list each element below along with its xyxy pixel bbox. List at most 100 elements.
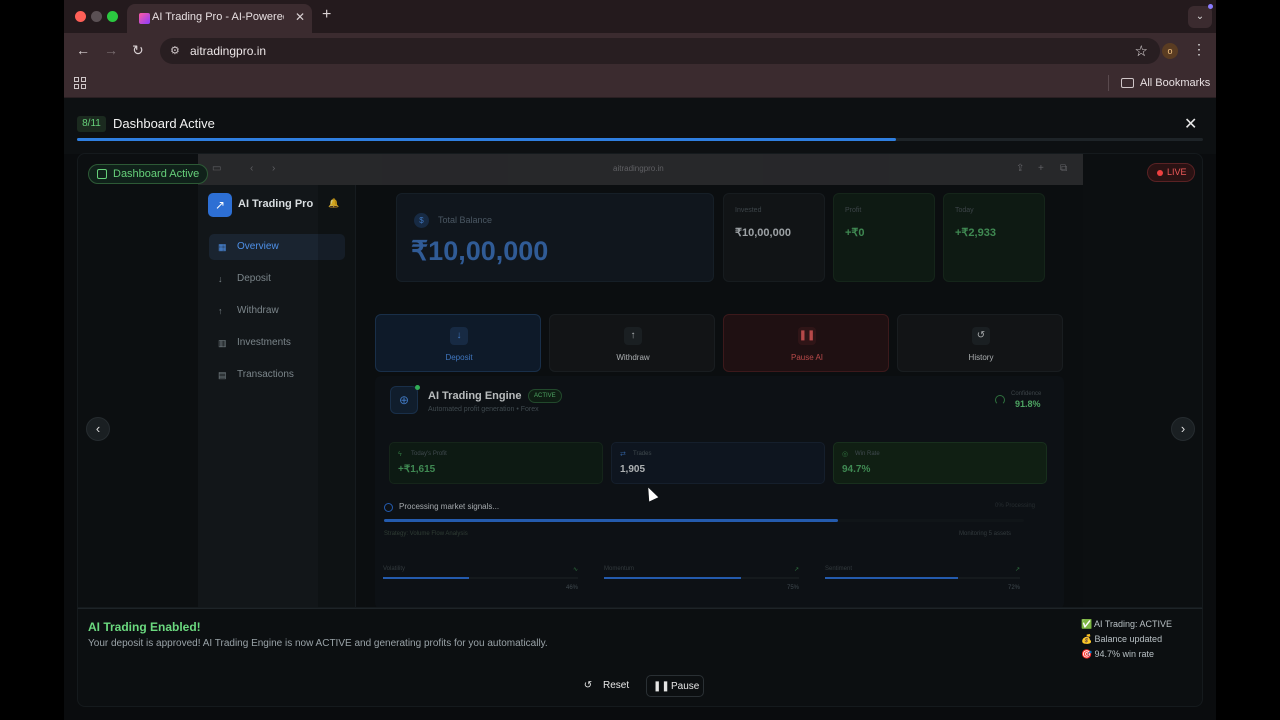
- sidebar-item-transactions[interactable]: ▤ Transactions: [209, 362, 345, 388]
- trending-up-icon: ↗: [793, 567, 799, 573]
- sidebar-item-withdraw[interactable]: ↑ Withdraw: [209, 298, 345, 324]
- tab-close-icon[interactable]: ✕: [295, 10, 305, 24]
- pause-ai-label: Pause AI: [790, 353, 824, 362]
- new-tab-button[interactable]: +: [322, 6, 331, 24]
- browser-tab[interactable]: AI Trading Pro - AI-Powered I ✕: [127, 4, 312, 33]
- dashboard-active-badge: Dashboard Active: [88, 164, 209, 184]
- stat-value: +₹1,615: [398, 464, 436, 475]
- meter-track: [825, 577, 1020, 579]
- stat-value: 94.7%: [842, 464, 871, 475]
- profile-avatar[interactable]: o: [1162, 43, 1178, 59]
- inner-new-tab-icon: +: [1038, 163, 1044, 174]
- step-description: Your deposit is approved! AI Trading Eng…: [88, 638, 548, 649]
- tab-title: AI Trading Pro - AI-Powered I: [152, 11, 284, 23]
- status-checklist: ✅ AI Trading: ACTIVE 💰 Balance updated 🎯…: [1081, 619, 1172, 664]
- bookmark-star-icon[interactable]: ☆: [1135, 42, 1148, 60]
- meter-fill: [604, 577, 741, 579]
- checklist-item: 💰 Balance updated: [1081, 634, 1172, 649]
- bar-chart-icon: ▥: [218, 338, 227, 348]
- withdraw-button[interactable]: ↑ Withdraw: [549, 314, 715, 372]
- sidebar-item-label: Overview: [237, 241, 279, 252]
- left-letterbox: [0, 0, 64, 720]
- close-icon[interactable]: ✕: [1184, 114, 1197, 134]
- checklist-item: 🎯 94.7% win rate: [1081, 649, 1172, 664]
- meter-fill: [383, 577, 469, 579]
- confidence-value: 91.8%: [1015, 399, 1041, 409]
- check-icon: ✅: [1081, 619, 1093, 629]
- pause-button[interactable]: ❚❚Pause: [646, 675, 704, 697]
- sidebar-item-deposit[interactable]: ↓ Deposit: [209, 266, 345, 292]
- close-window-button[interactable]: [75, 11, 86, 22]
- money-bag-icon: 💰: [1081, 634, 1093, 644]
- grid-icon: ▦: [218, 242, 227, 252]
- upload-icon: ↑: [218, 306, 223, 316]
- live-badge: LIVE: [1147, 163, 1195, 182]
- pause-ai-button[interactable]: ❚❚ Pause AI: [723, 314, 889, 372]
- address-bar[interactable]: ⚙ aitradingpro.in ☆: [160, 38, 1160, 64]
- previous-step-button[interactable]: ‹: [86, 417, 110, 441]
- stat-label: Win Rate: [855, 451, 880, 457]
- monitoring-text: Monitoring 5 assets: [959, 531, 1012, 537]
- sidebar-item-overview[interactable]: ▦ Overview: [209, 234, 345, 260]
- favicon-icon: [139, 13, 150, 24]
- inner-browser-bar: ▭ ‹ › aitradingpro.in ⇪ + ⧉: [198, 154, 1083, 185]
- meter-label: Momentum: [604, 566, 635, 572]
- live-label: LIVE: [1167, 167, 1187, 177]
- maximize-window-button[interactable]: [107, 11, 118, 22]
- forward-icon[interactable]: →: [104, 42, 118, 58]
- strategy-text: Strategy: Volume Flow Analysis: [384, 531, 468, 537]
- share-icon: ⇪: [1016, 163, 1025, 174]
- checklist-item: ✅ AI Trading: ACTIVE: [1081, 619, 1172, 634]
- inner-url: aitradingpro.in: [613, 164, 664, 173]
- reload-icon[interactable]: ↻: [132, 42, 144, 59]
- engine-title: AI Trading Engine: [428, 390, 522, 402]
- history-button[interactable]: ↺ History: [897, 314, 1063, 372]
- all-bookmarks-link[interactable]: All Bookmarks: [1140, 77, 1210, 89]
- meter-percent: 72%: [1007, 585, 1020, 591]
- profit-label: Profit: [845, 207, 862, 214]
- upload-icon: ↑: [624, 327, 642, 345]
- bookmarks-bar: All Bookmarks: [64, 69, 1216, 98]
- meter-label: Sentiment: [825, 566, 853, 572]
- balance-value: ₹10,00,000: [411, 236, 549, 266]
- status-badge: ACTIVE: [528, 389, 562, 403]
- invested-label: Invested: [735, 207, 762, 214]
- minimize-window-button[interactable]: [91, 11, 102, 22]
- tour-progress-bar: [77, 138, 1203, 141]
- browser-menu-icon[interactable]: ⋮: [1192, 41, 1206, 58]
- engine-subtitle: Automated profit generation • Forex: [428, 406, 539, 413]
- gauge-icon: [995, 395, 1005, 405]
- reset-button[interactable]: ↺ Reset: [581, 675, 641, 697]
- confidence-label: Confidence: [1011, 391, 1042, 397]
- tour-header: 8/11 Dashboard Active ✕: [64, 98, 1216, 154]
- step-title: AI Trading Enabled!: [88, 620, 201, 634]
- app-title: AI Trading Pro: [238, 198, 314, 210]
- next-step-button[interactable]: ›: [1171, 417, 1195, 441]
- receipt-icon: ▤: [218, 370, 227, 380]
- live-dot-icon: [1157, 170, 1163, 176]
- apps-grid-icon[interactable]: [74, 77, 86, 89]
- meter-fill: [825, 577, 958, 579]
- back-icon[interactable]: ←: [76, 42, 90, 58]
- bell-icon[interactable]: 🔔: [328, 198, 339, 209]
- deposit-button[interactable]: ↓ Deposit: [375, 314, 541, 372]
- download-icon: ↓: [450, 327, 468, 345]
- sidebar-item-investments[interactable]: ▥ Investments: [209, 330, 345, 356]
- tab-search-button[interactable]: ⌄: [1188, 6, 1212, 28]
- meter-track: [383, 577, 578, 579]
- stat-label: Today's Profit: [411, 451, 447, 457]
- win-rate-stat: ◎ Win Rate 94.7%: [833, 442, 1047, 484]
- reset-label: Reset: [603, 680, 630, 691]
- app-preview: ▭ ‹ › aitradingpro.in ⇪ + ⧉ ↗ AI Trading…: [198, 154, 1083, 607]
- site-settings-icon[interactable]: ⚙: [170, 44, 184, 58]
- online-indicator: [415, 385, 420, 390]
- browser-window: AI Trading Pro - AI-Powered I ✕ + ⌄ ← → …: [64, 0, 1216, 720]
- ai-engine-panel: ⊕ AI Trading Engine ACTIVE Automated pro…: [375, 376, 1064, 607]
- bolt-icon: ϟ: [398, 451, 402, 458]
- stat-label: Trades: [633, 451, 652, 457]
- inner-back-icon: ‹: [250, 163, 254, 174]
- bookmarks-separator: [1108, 75, 1109, 91]
- tour-progress-fill: [77, 138, 896, 141]
- sidebar-item-label: Investments: [237, 337, 291, 348]
- profit-card: Profit +₹0: [833, 193, 935, 282]
